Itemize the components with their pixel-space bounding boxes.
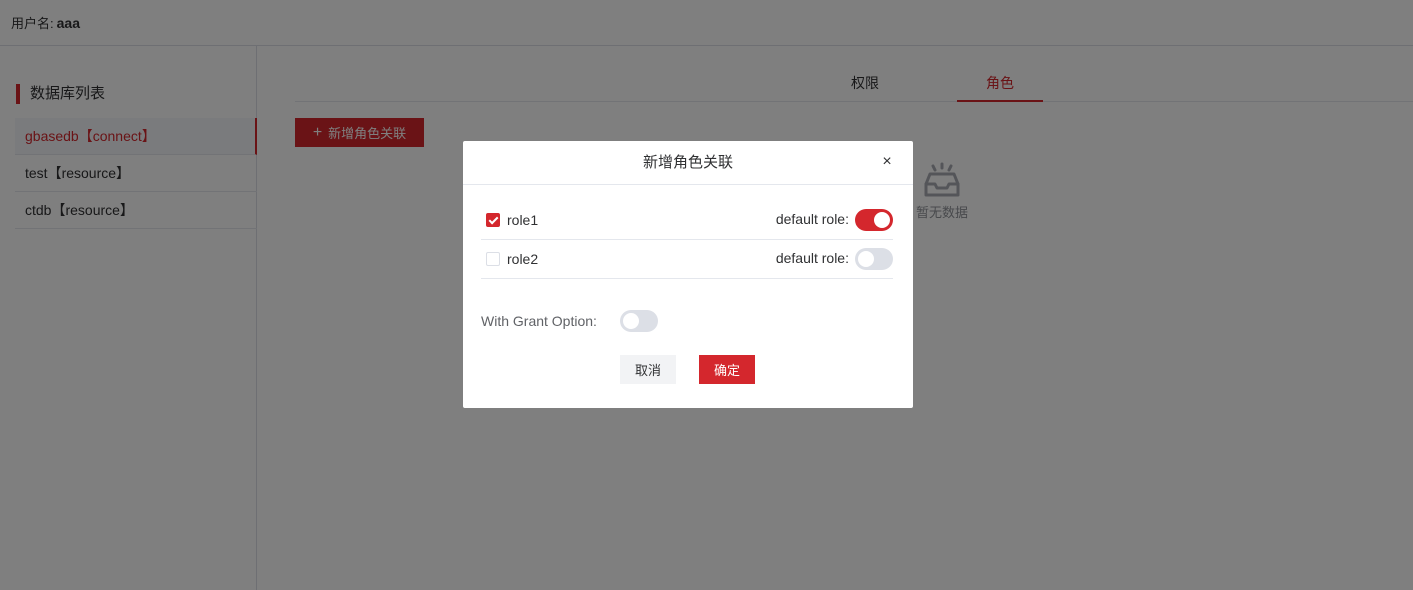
role1-default-role-label: default role: — [775, 211, 849, 227]
role2-default-role-switch[interactable] — [855, 248, 893, 270]
role2-default-role-label: default role: — [775, 250, 849, 266]
role2-checkbox[interactable] — [486, 252, 500, 266]
role1-name: role1 — [507, 212, 539, 228]
close-icon[interactable]: × — [879, 154, 895, 170]
role-row-role1: role1 default role: — [481, 201, 893, 240]
cancel-button[interactable]: 取消 — [620, 355, 676, 384]
switch-knob — [623, 313, 639, 329]
dialog-title: 新增角色关联 — [642, 154, 733, 171]
page: 用户名: aaa 数据库列表 gbasedb【connect】 test【res… — [0, 0, 1413, 590]
role1-checkbox[interactable] — [486, 213, 500, 227]
dialog-header: 新增角色关联 × — [463, 141, 913, 185]
role1-default-role-switch[interactable] — [855, 209, 893, 231]
switch-knob — [858, 251, 874, 267]
with-grant-option-switch[interactable] — [620, 310, 658, 332]
role-row-role2: role2 default role: — [481, 240, 893, 279]
confirm-button[interactable]: 确定 — [699, 355, 755, 384]
role2-name: role2 — [507, 251, 539, 267]
switch-knob — [874, 212, 890, 228]
with-grant-option-label: With Grant Option: — [481, 313, 597, 329]
add-role-association-dialog: 新增角色关联 × role1 default role: role2 defau… — [463, 141, 913, 408]
